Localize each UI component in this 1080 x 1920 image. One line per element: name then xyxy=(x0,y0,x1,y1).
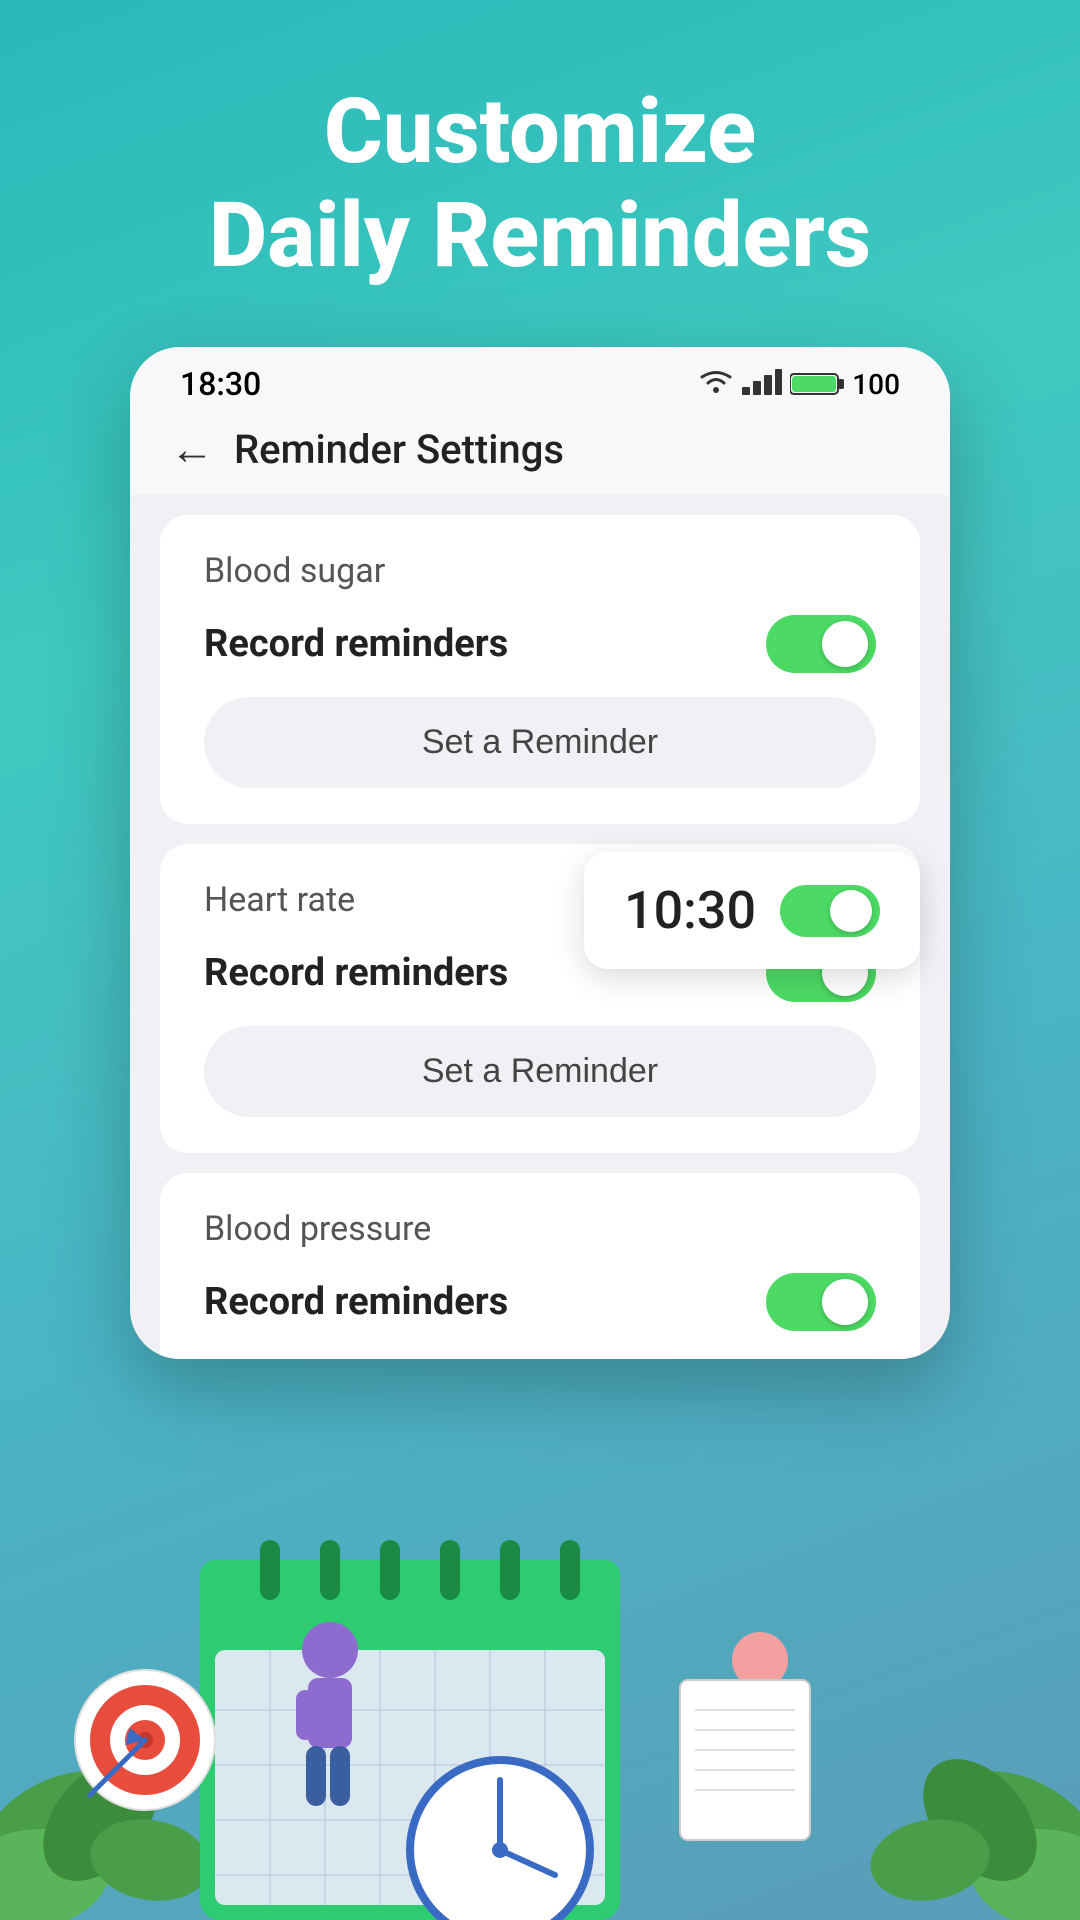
back-button[interactable]: ← xyxy=(170,423,214,475)
phone-mockup: 18:30 100 ← Reminder Settings Blood suga… xyxy=(130,347,950,1359)
blood-sugar-set-reminder-btn[interactable]: Set a Reminder xyxy=(204,697,876,788)
hero-title: Customize Daily Reminders xyxy=(209,80,871,287)
status-time: 18:30 xyxy=(180,365,261,403)
blood-pressure-toggle[interactable] xyxy=(766,1273,876,1331)
hero-line2: Daily Reminders xyxy=(209,184,871,288)
wifi-icon xyxy=(698,366,734,402)
blood-pressure-card: Blood pressure Record reminders xyxy=(160,1173,920,1359)
blood-pressure-reminder-row: Record reminders xyxy=(204,1273,876,1331)
toggle-knob-3 xyxy=(822,1279,868,1325)
tooltip-time: 10:30 xyxy=(624,880,756,941)
toggle-knob xyxy=(822,621,868,667)
status-icons: 100 xyxy=(698,366,900,402)
top-bar: ← Reminder Settings xyxy=(130,413,950,495)
page-title: Reminder Settings xyxy=(234,426,564,473)
heart-rate-set-reminder-btn[interactable]: Set a Reminder xyxy=(204,1026,876,1117)
heart-rate-reminder-label: Record reminders xyxy=(204,951,508,995)
illustration-area xyxy=(0,1420,1080,1920)
blood-sugar-reminder-label: Record reminders xyxy=(204,622,508,666)
signal-icon xyxy=(742,367,782,402)
battery-level: 100 xyxy=(852,368,900,401)
tooltip-toggle-knob xyxy=(830,890,872,932)
blood-pressure-category: Blood pressure xyxy=(204,1209,876,1249)
tooltip-bubble: 10:30 xyxy=(584,852,920,969)
blood-sugar-category: Blood sugar xyxy=(204,551,876,591)
blood-sugar-reminder-row: Record reminders xyxy=(204,615,876,673)
hero-line1: Customize xyxy=(209,80,871,184)
blood-sugar-toggle[interactable] xyxy=(766,615,876,673)
status-bar: 18:30 100 xyxy=(130,347,950,413)
blood-sugar-card: Blood sugar Record reminders Set a Remin… xyxy=(160,515,920,824)
tooltip-toggle[interactable] xyxy=(780,885,880,937)
battery-icon: 100 xyxy=(790,368,900,401)
blood-pressure-reminder-label: Record reminders xyxy=(204,1280,508,1324)
